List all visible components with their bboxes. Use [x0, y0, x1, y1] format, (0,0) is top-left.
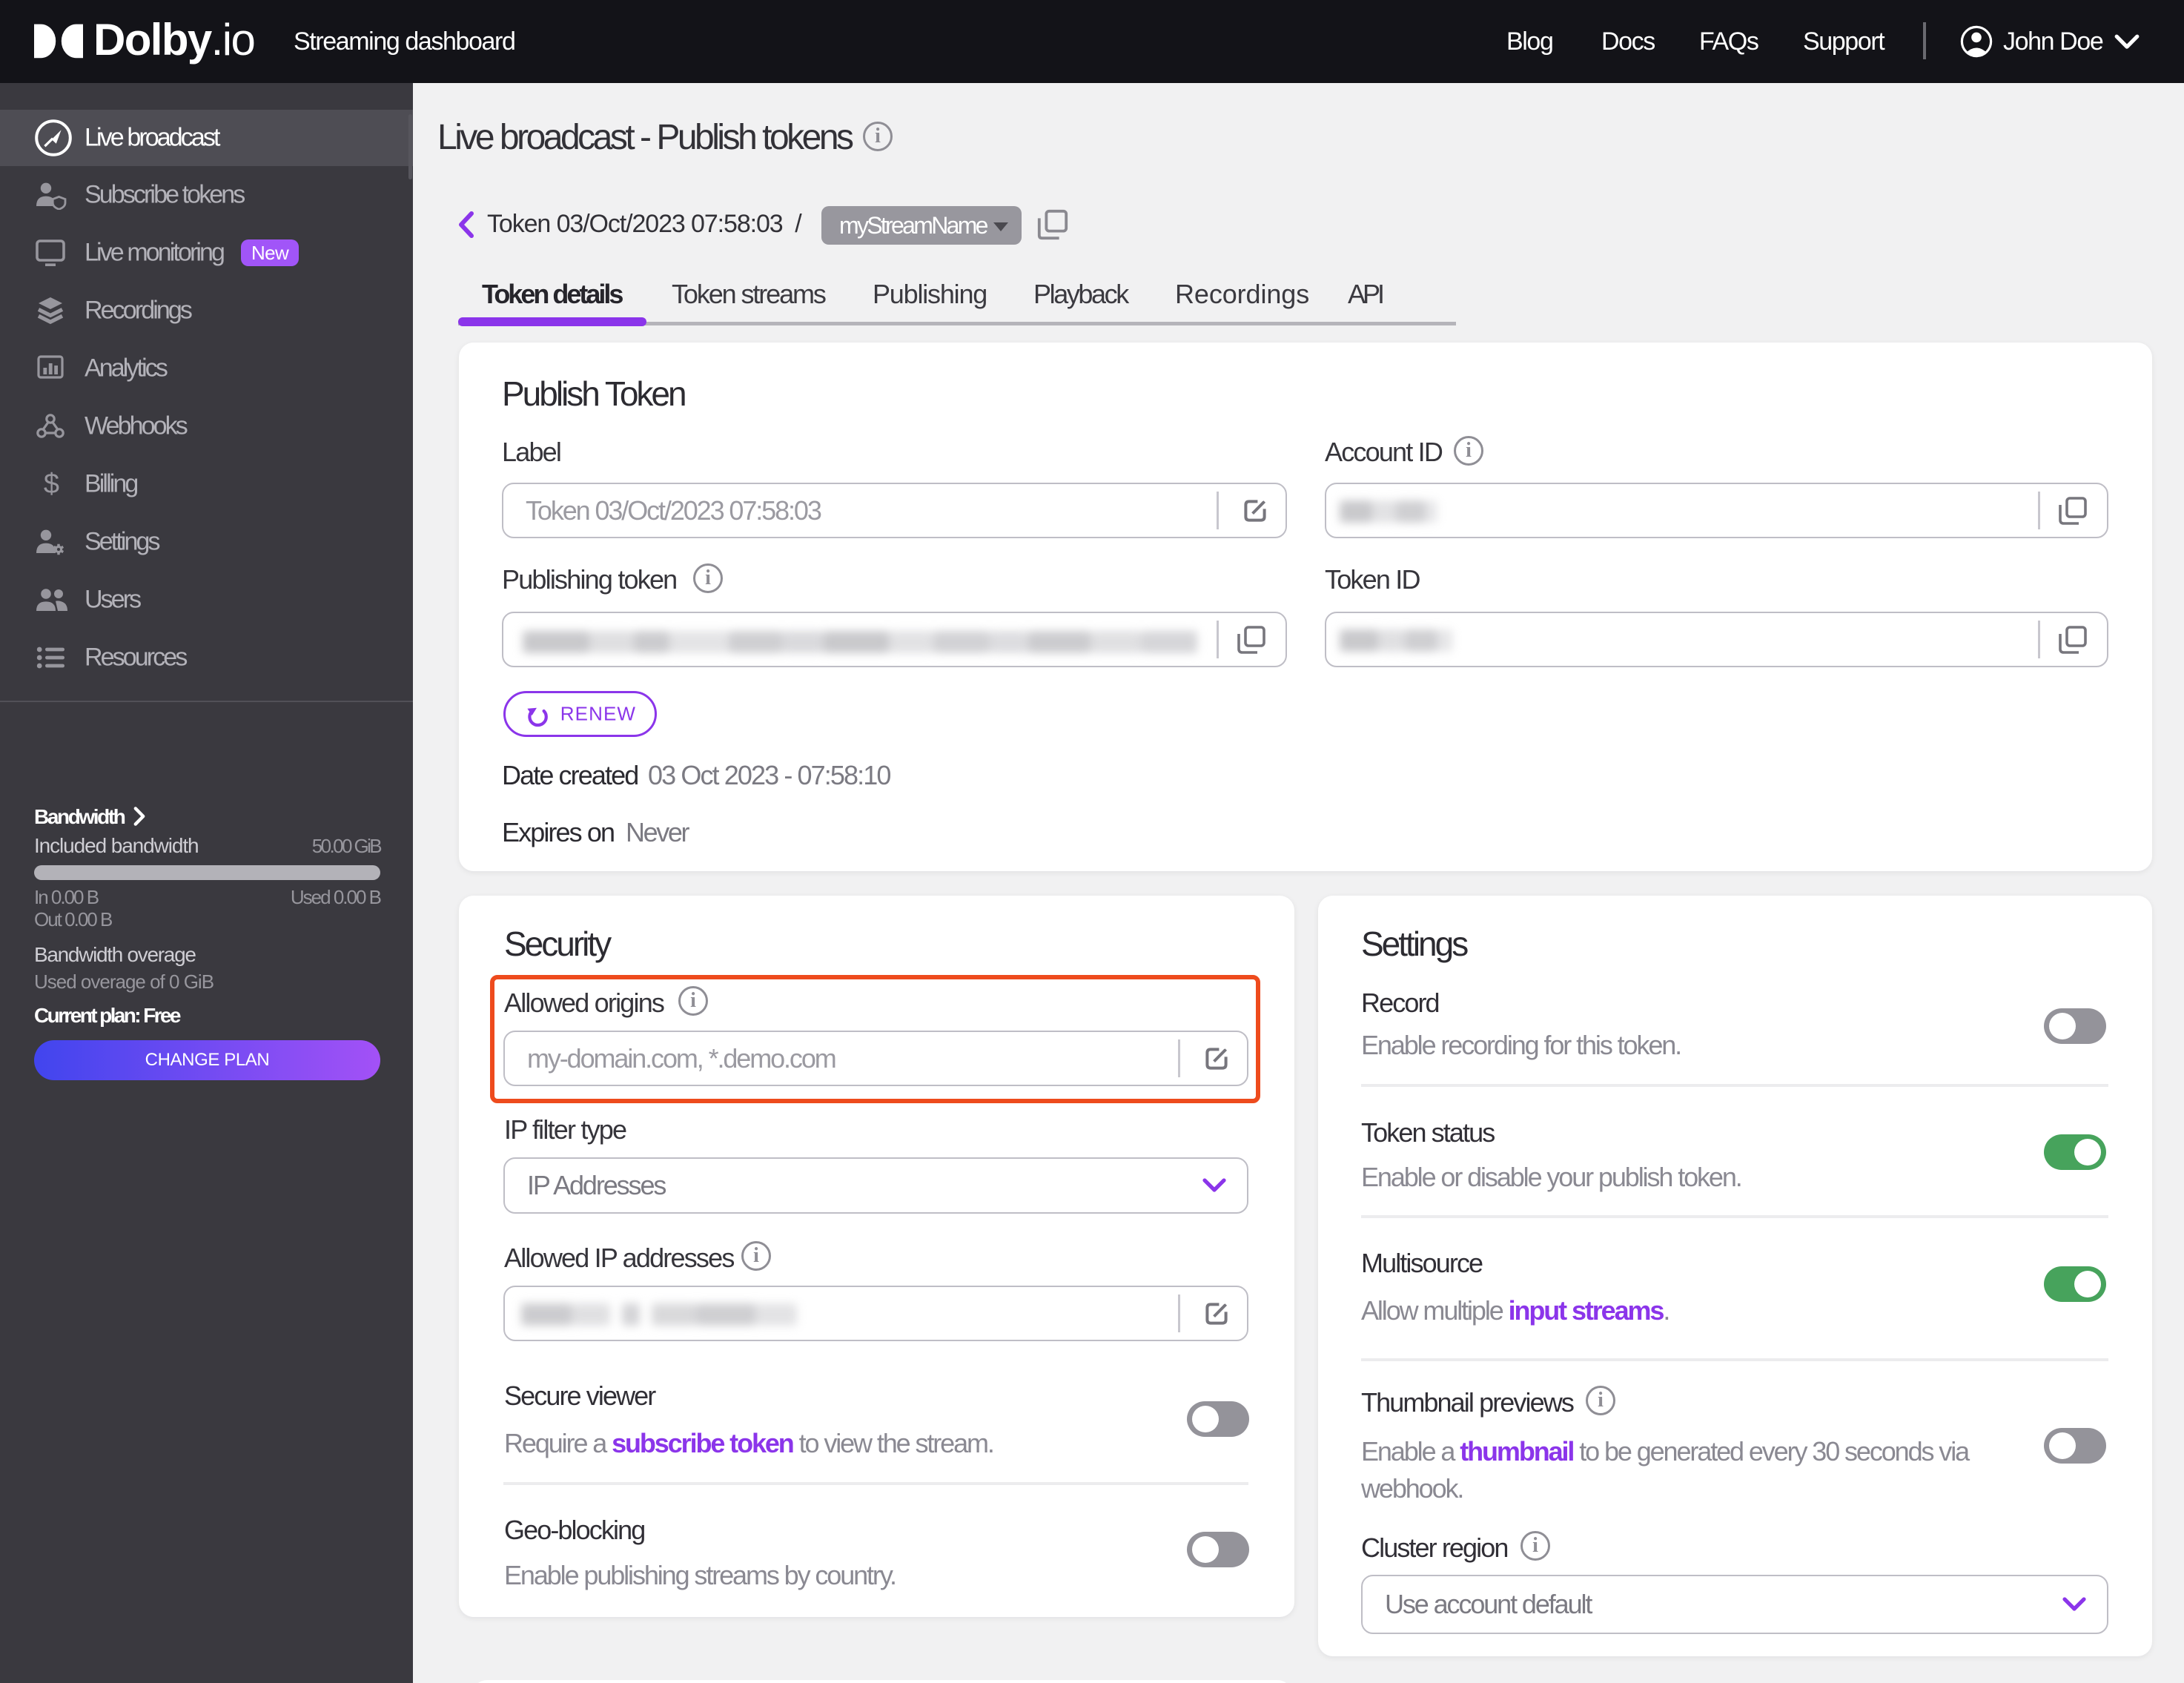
- svg-text:$: $: [44, 469, 59, 499]
